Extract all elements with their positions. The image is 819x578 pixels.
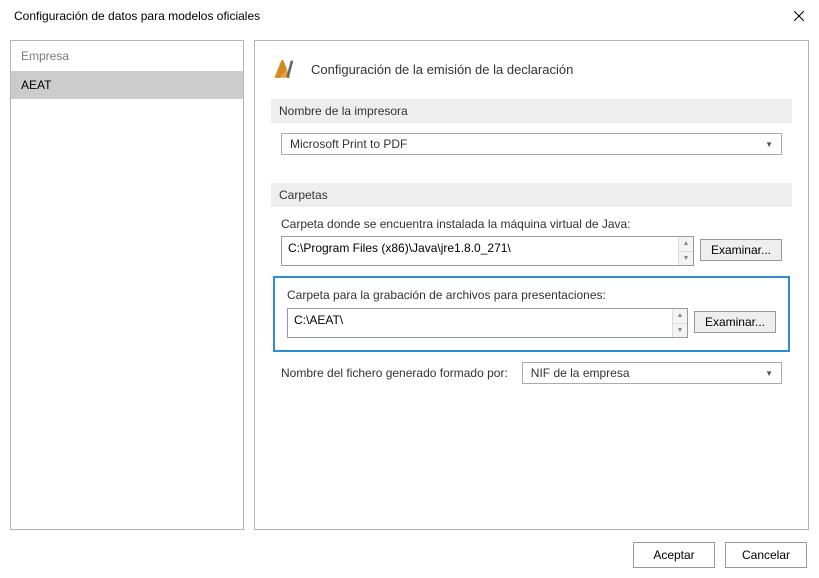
filename-select-value: NIF de la empresa [531, 366, 630, 380]
filename-row: Nombre del fichero generado formado por:… [271, 362, 792, 384]
sidebar: Empresa AEAT [10, 40, 244, 530]
filename-label: Nombre del fichero generado formado por: [281, 366, 508, 380]
spinner-up-button[interactable]: ▲ [679, 237, 693, 252]
sidebar-item-aeat[interactable]: AEAT [11, 71, 243, 99]
agency-icon [271, 55, 299, 83]
java-folder-row: C:\Program Files (x86)\Java\jre1.8.0_271… [281, 236, 782, 266]
recording-folder-label: Carpeta para la grabación de archivos pa… [287, 288, 776, 302]
printer-field: Microsoft Print to PDF ▼ [271, 133, 792, 169]
dialog-buttons: Aceptar Cancelar [633, 542, 807, 568]
panel-title: Configuración de la emisión de la declar… [311, 62, 573, 77]
java-browse-button[interactable]: Examinar... [700, 239, 782, 261]
java-path-value: C:\Program Files (x86)\Java\jre1.8.0_271… [282, 237, 678, 265]
recording-folder-group: Carpeta para la grabación de archivos pa… [273, 276, 790, 352]
java-path-spinner: ▲ ▼ [678, 237, 693, 265]
titlebar: Configuración de datos para modelos ofic… [0, 0, 819, 32]
window-title: Configuración de datos para modelos ofic… [14, 9, 260, 23]
filename-select[interactable]: NIF de la empresa ▼ [522, 362, 782, 384]
recording-folder-row: C:\AEAT\ ▲ ▼ Examinar... [287, 308, 776, 338]
spinner-down-button[interactable]: ▼ [679, 252, 693, 266]
printer-section-header: Nombre de la impresora [271, 99, 792, 123]
accept-button[interactable]: Aceptar [633, 542, 715, 568]
folders-section: Carpetas Carpeta donde se encuentra inst… [271, 183, 792, 384]
sidebar-header: Empresa [11, 41, 243, 71]
cancel-button[interactable]: Cancelar [725, 542, 807, 568]
printer-select-value: Microsoft Print to PDF [290, 137, 407, 151]
caret-down-icon: ▼ [765, 369, 773, 378]
java-folder-label: Carpeta donde se encuentra instalada la … [281, 217, 782, 231]
close-icon [794, 11, 804, 21]
recording-browse-button[interactable]: Examinar... [694, 311, 776, 333]
dialog-body: Empresa AEAT Configuración de la emisión… [0, 32, 819, 538]
recording-path-spinner: ▲ ▼ [672, 309, 687, 337]
sidebar-item-label: AEAT [21, 78, 51, 92]
java-folder-group: Carpeta donde se encuentra instalada la … [271, 217, 792, 276]
recording-path-input[interactable]: C:\AEAT\ ▲ ▼ [287, 308, 688, 338]
java-path-input[interactable]: C:\Program Files (x86)\Java\jre1.8.0_271… [281, 236, 694, 266]
printer-select[interactable]: Microsoft Print to PDF ▼ [281, 133, 782, 155]
main-panel: Configuración de la emisión de la declar… [254, 40, 809, 530]
recording-path-value: C:\AEAT\ [288, 309, 672, 337]
folders-section-header: Carpetas [271, 183, 792, 207]
close-button[interactable] [789, 6, 809, 26]
panel-header: Configuración de la emisión de la declar… [271, 55, 792, 83]
caret-down-icon: ▼ [765, 140, 773, 149]
spinner-down-button[interactable]: ▼ [673, 324, 687, 338]
spinner-up-button[interactable]: ▲ [673, 309, 687, 324]
